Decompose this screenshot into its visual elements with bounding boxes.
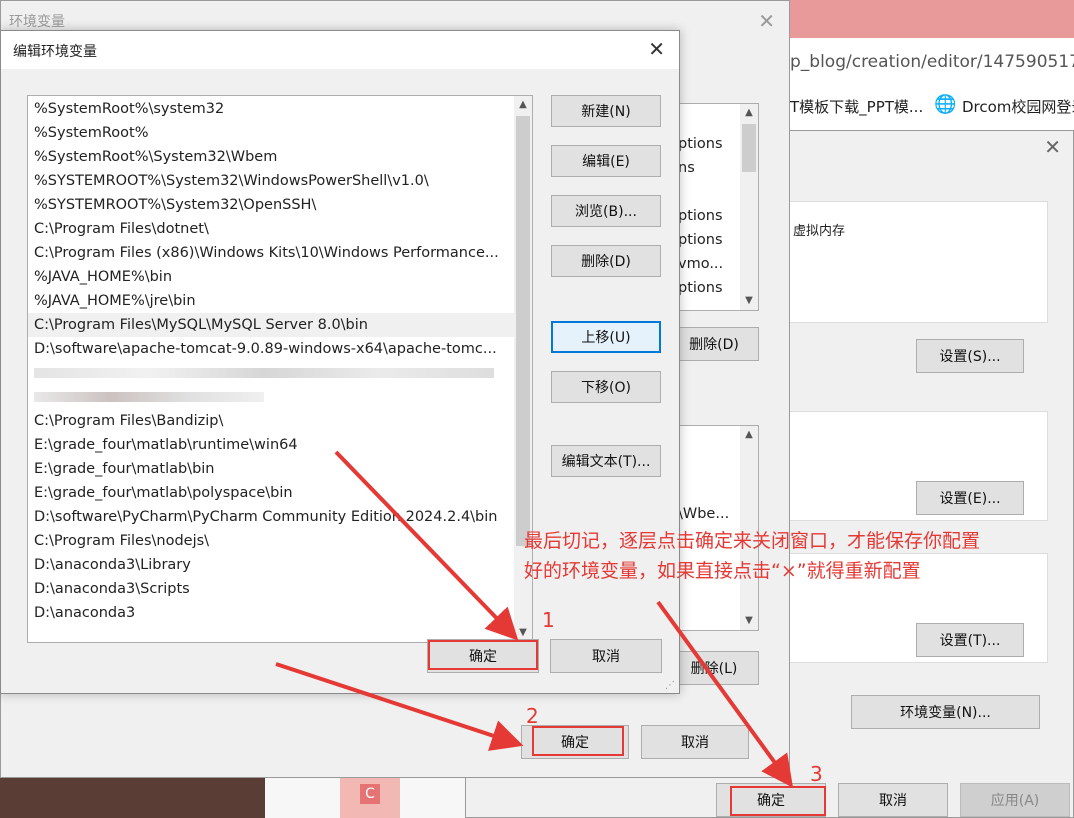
- arrow-to-ok-3: [656, 600, 794, 788]
- arrow-to-ok-2: [275, 662, 524, 751]
- annotation-arrows: [275, 450, 794, 788]
- arrow-to-ok-1: [334, 450, 519, 641]
